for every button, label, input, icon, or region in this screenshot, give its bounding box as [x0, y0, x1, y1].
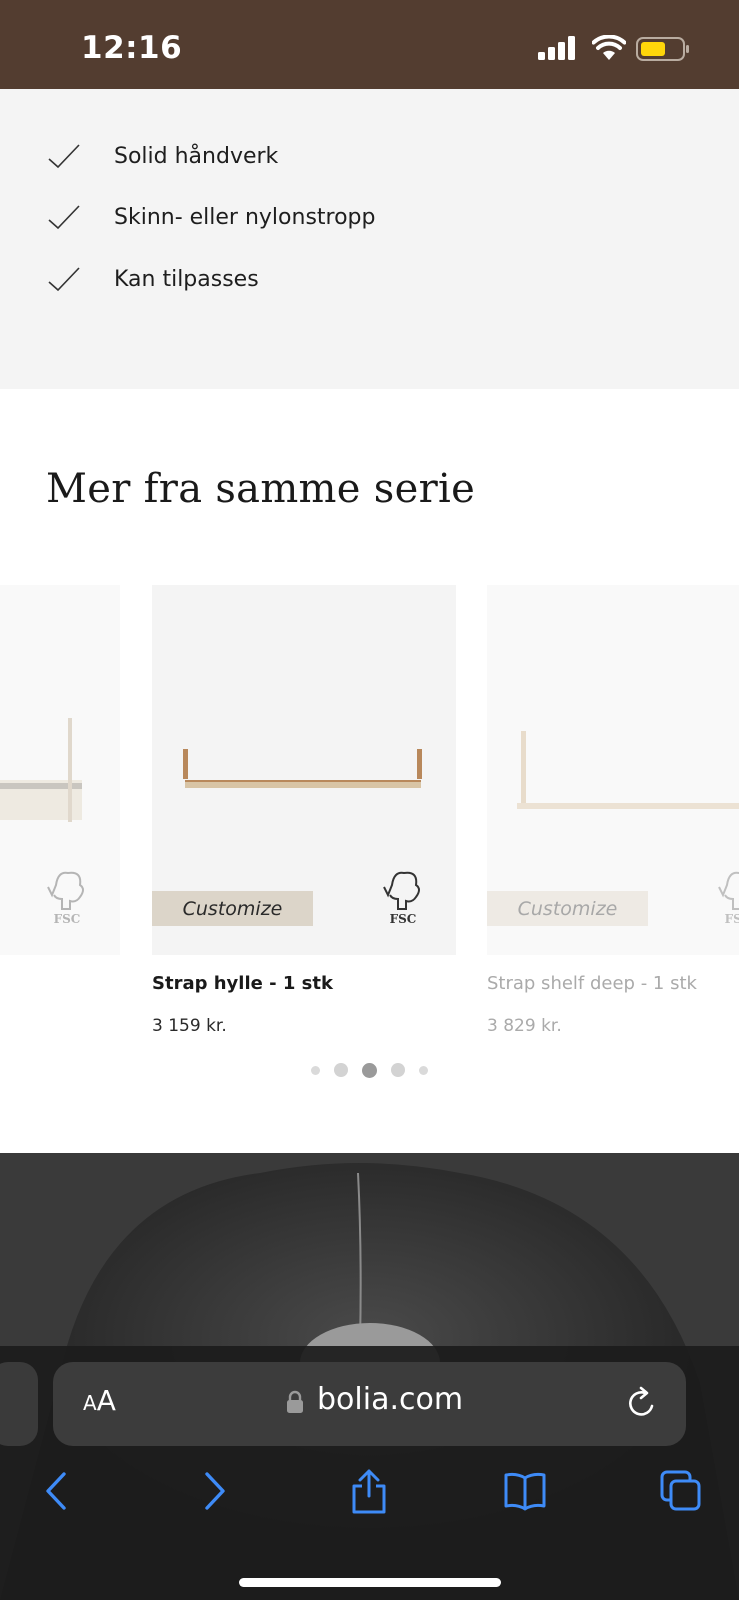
- wifi-icon: [592, 35, 626, 60]
- browser-toolbar: AA bolia.com: [0, 1346, 739, 1600]
- pagination-dot-active[interactable]: [362, 1062, 377, 1078]
- status-bar: 12:16: [0, 0, 739, 89]
- fsc-logo-icon: FSC: [47, 871, 84, 925]
- feature-item: Kan tilpasses: [46, 260, 646, 300]
- product-image[interactable]: FSC: [0, 585, 120, 955]
- feature-item: Solid håndverk: [46, 137, 646, 177]
- fsc-logo-icon: FSC: [383, 871, 420, 925]
- customize-button[interactable]: Customize: [152, 891, 313, 926]
- address-bar[interactable]: AA bolia.com: [53, 1362, 686, 1446]
- text-size-button[interactable]: AA: [83, 1384, 116, 1417]
- svg-text:FSC: FSC: [725, 912, 739, 925]
- product-price: 3 829 kr.: [487, 1016, 562, 1036]
- feature-item: Skinn- eller nylonstropp: [46, 198, 646, 238]
- feature-list: Solid håndverk Skinn- eller nylonstropp …: [0, 89, 739, 389]
- forward-icon[interactable]: [193, 1468, 237, 1514]
- status-time: 12:16: [81, 30, 183, 66]
- product-card[interactable]: Customize FSC Strap hylle - 1 stk 3 159 …: [152, 585, 456, 1036]
- pagination-dot[interactable]: [391, 1063, 405, 1077]
- customize-button[interactable]: Customize: [487, 891, 648, 926]
- text-size-large-label: A: [96, 1384, 116, 1417]
- product-image[interactable]: Customize FSC: [487, 585, 739, 955]
- product-name[interactable]: Strap hylle - 1 stk: [152, 973, 456, 994]
- battery-icon: [636, 37, 689, 61]
- checkmark-icon: [48, 205, 80, 230]
- pagination-dot[interactable]: [311, 1065, 320, 1075]
- product-card[interactable]: Customize FSC Strap shelf deep - 1 stk 3…: [487, 585, 739, 1036]
- svg-text:FSC: FSC: [390, 912, 417, 925]
- tabs-icon[interactable]: [659, 1468, 703, 1514]
- product-card[interactable]: FSC: [0, 585, 120, 955]
- product-carousel[interactable]: FSC Customize FSC Strap hylle - 1 stk 3 …: [0, 585, 739, 1045]
- fsc-logo-icon: FSC: [718, 871, 739, 925]
- svg-text:FSC: FSC: [54, 912, 81, 925]
- lock-icon: [287, 1390, 303, 1413]
- feature-label: Skinn- eller nylonstropp: [114, 205, 376, 230]
- reload-icon[interactable]: [626, 1386, 658, 1420]
- cellular-signal-icon: [538, 36, 575, 60]
- bookmarks-icon[interactable]: [503, 1468, 547, 1514]
- feature-label: Kan tilpasses: [114, 267, 259, 292]
- pagination-dot[interactable]: [419, 1065, 428, 1075]
- url-text[interactable]: bolia.com: [317, 1382, 463, 1417]
- share-icon[interactable]: [347, 1468, 391, 1514]
- section-title: Mer fra samme serie: [46, 466, 476, 512]
- product-name[interactable]: Strap shelf deep - 1 stk: [487, 973, 739, 994]
- checkmark-icon: [48, 144, 80, 169]
- previous-tab-peek[interactable]: [0, 1362, 38, 1446]
- checkmark-icon: [48, 267, 80, 292]
- feature-label: Solid håndverk: [114, 144, 279, 169]
- pagination-dot[interactable]: [334, 1063, 348, 1077]
- product-price: 3 159 kr.: [152, 1016, 227, 1036]
- home-indicator[interactable]: [239, 1578, 501, 1587]
- back-icon[interactable]: [34, 1468, 78, 1514]
- text-size-small-label: A: [83, 1391, 97, 1415]
- product-image[interactable]: Customize FSC: [152, 585, 456, 955]
- carousel-pagination: [0, 1060, 739, 1080]
